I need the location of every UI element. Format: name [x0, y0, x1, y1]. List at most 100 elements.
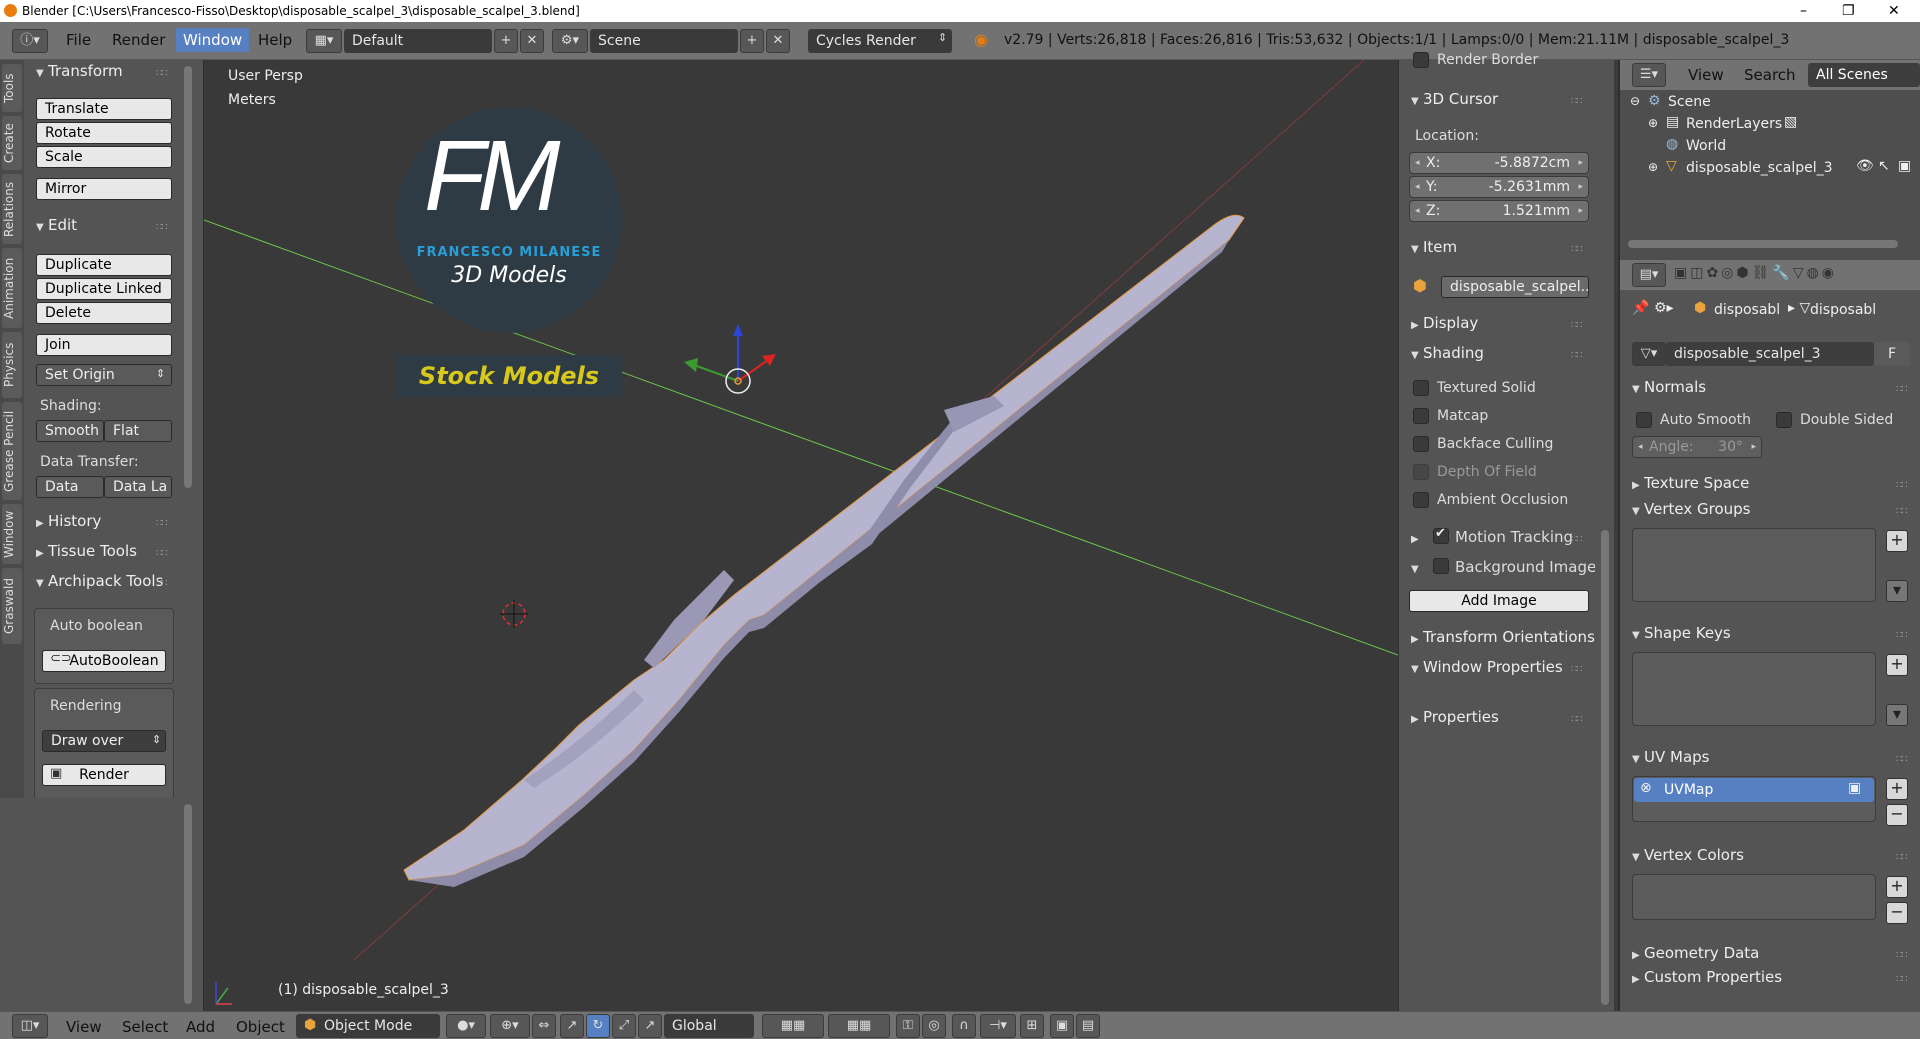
draw-over-select[interactable]: Draw over	[42, 730, 166, 752]
manipulator-toggle-icon[interactable]: ⇔	[532, 1014, 556, 1038]
properties-region-scrollbar[interactable]	[1601, 530, 1609, 1005]
depth-of-field-checkbox[interactable]	[1413, 464, 1429, 480]
expand-icon[interactable]: ⊕	[1648, 160, 1658, 174]
panel-grip-icon[interactable]: ∷∷	[1896, 852, 1908, 863]
panel-grip-icon[interactable]: ∷∷	[156, 68, 168, 79]
layers-grid-2[interactable]: ▦▦	[828, 1014, 890, 1038]
mesh-name-field[interactable]: disposable_scalpel_3	[1666, 342, 1874, 366]
opengl-animation-icon[interactable]: ▤	[1076, 1014, 1100, 1038]
snap-element-icon[interactable]: ⊣▾	[980, 1014, 1016, 1038]
remove-scene-icon[interactable]: ✕	[766, 29, 790, 53]
panel-vertex-groups-header[interactable]: ▼ Vertex Groups	[1632, 500, 1750, 518]
flat-button[interactable]: Flat	[104, 420, 172, 442]
panel-tissue-tools-header[interactable]: ▶ Tissue Tools	[36, 542, 137, 560]
info-editor-type-icon[interactable]: ⓘ▾	[12, 29, 48, 53]
properties-context-tabs[interactable]: ▣◫✿◎⬢⛓🔧▽◍◉	[1674, 265, 1837, 281]
rotate-button[interactable]: Rotate	[36, 122, 172, 144]
mirror-button[interactable]: Mirror	[36, 178, 172, 200]
panel-grip-icon[interactable]: ∷∷	[1571, 714, 1583, 725]
translate-button[interactable]: Translate	[36, 98, 172, 120]
item-name-field[interactable]: disposable_scalpel...	[1441, 276, 1589, 298]
visibility-eye-icon[interactable]: 👁	[1856, 158, 1874, 174]
outliner-world[interactable]: World	[1686, 138, 1726, 154]
add-scene-icon[interactable]: +	[740, 29, 764, 53]
remove-uv-map-button[interactable]: −	[1886, 804, 1908, 826]
panel-grip-icon[interactable]: ∷∷	[1896, 754, 1908, 765]
orientation-icon[interactable]: ↗	[638, 1014, 662, 1038]
menu-render[interactable]: Render	[112, 31, 165, 49]
panel-grip-icon[interactable]: ∷∷	[1571, 244, 1583, 255]
mode-select[interactable]: Object Mode	[296, 1014, 440, 1038]
menu-add[interactable]: Add	[186, 1018, 215, 1036]
select-cursor-icon[interactable]: ↖	[1878, 158, 1890, 174]
tab-window[interactable]: Window	[2, 504, 22, 564]
data-button[interactable]: Data	[36, 476, 104, 498]
expand-icon[interactable]: ⊕	[1648, 116, 1658, 130]
cursor-x-field[interactable]: ◂ X: -5.8872cm ▸	[1409, 152, 1589, 174]
add-vertex-group-button[interactable]: +	[1886, 530, 1908, 552]
cursor-z-field[interactable]: ◂ Z: 1.521mm ▸	[1409, 200, 1589, 222]
motion-tracking-checkbox[interactable]	[1433, 526, 1449, 544]
lock-layers-icon[interactable]: ⚿	[896, 1014, 920, 1038]
panel-grip-icon[interactable]: ∷∷	[156, 578, 168, 589]
add-layout-icon[interactable]: +	[494, 29, 518, 53]
panel-grip-icon[interactable]: ∷∷	[1571, 534, 1583, 545]
vertex-groups-list[interactable]	[1632, 528, 1876, 602]
layout-field[interactable]: Default	[344, 29, 492, 53]
opengl-render-icon[interactable]: ▣	[1050, 1014, 1074, 1038]
transform-orientation-select[interactable]: Global	[664, 1014, 754, 1038]
menu-select[interactable]: Select	[122, 1018, 168, 1036]
panel-window-properties-header[interactable]: ▼ Window Properties	[1411, 658, 1563, 676]
delete-button[interactable]: Delete	[36, 302, 172, 324]
panel-grip-icon[interactable]: ∷∷	[1571, 664, 1583, 675]
toolshelf-scrollbar[interactable]	[184, 66, 192, 488]
panel-background-images-header[interactable]: ▼	[1411, 558, 1423, 576]
scene-selector-icon[interactable]: ⚙▾	[552, 29, 588, 53]
tab-tools[interactable]: Tools	[2, 64, 22, 112]
outliner-object[interactable]: disposable_scalpel_3	[1686, 160, 1833, 176]
viewport-editor-type-icon[interactable]: ◫▾	[12, 1014, 48, 1038]
collapse-icon[interactable]: ⊖	[1630, 94, 1640, 108]
panel-grip-icon[interactable]: ∷∷	[1896, 384, 1908, 395]
outliner-scrollbar[interactable]	[1628, 240, 1898, 248]
render-engine-select[interactable]: Cycles Render	[808, 29, 952, 53]
outliner-editor-type-icon[interactable]: ☰▾	[1632, 63, 1666, 87]
scene-field[interactable]: Scene	[590, 29, 738, 53]
tab-grease-pencil[interactable]: Grease Pencil	[2, 402, 22, 500]
display-mode-select[interactable]: All Scenes	[1808, 63, 1920, 87]
add-image-button[interactable]: Add Image	[1409, 590, 1589, 612]
render-border-checkbox[interactable]	[1413, 52, 1429, 68]
snap-toggle-icon[interactable]: ∩	[952, 1014, 976, 1038]
panel-archipack-header[interactable]: ▼ Archipack Tools	[36, 572, 166, 590]
panel-transform-header[interactable]: ▼ Transform	[36, 62, 123, 80]
double-sided-checkbox[interactable]	[1776, 412, 1792, 428]
menu-file[interactable]: File	[66, 31, 91, 49]
panel-normals-header[interactable]: ▼ Normals	[1632, 378, 1706, 396]
set-origin-select[interactable]: Set Origin	[36, 364, 172, 386]
tab-graswald[interactable]: Graswald	[2, 568, 22, 644]
panel-display-header[interactable]: ▶ Display	[1411, 314, 1478, 332]
uv-render-icon[interactable]: ▣	[1848, 780, 1861, 796]
panel-uv-maps-header[interactable]: ▼ UV Maps	[1632, 748, 1709, 766]
screen-layout-icon[interactable]: ▦▾	[306, 29, 342, 53]
mesh-browse-icon[interactable]: ▽▾	[1632, 342, 1666, 366]
duplicate-button[interactable]: Duplicate	[36, 254, 172, 276]
panel-grip-icon[interactable]: ∷∷	[1571, 320, 1583, 331]
panel-grip-icon[interactable]: ∷∷	[156, 518, 168, 529]
add-shape-key-button[interactable]: +	[1886, 654, 1908, 676]
ambient-occlusion-checkbox[interactable]	[1413, 492, 1429, 508]
background-images-checkbox[interactable]	[1433, 558, 1449, 574]
shape-keys-list[interactable]	[1632, 652, 1876, 726]
render-camera-icon[interactable]: ▣	[1898, 158, 1911, 174]
panel-grip-icon[interactable]: ∷∷	[1896, 506, 1908, 517]
outliner-scene[interactable]: Scene	[1668, 94, 1711, 110]
close-button[interactable]: ✕	[1888, 0, 1900, 22]
panel-3d-cursor-header[interactable]: ▼ 3D Cursor	[1411, 90, 1498, 108]
panel-grip-icon[interactable]: ∷∷	[1896, 950, 1908, 961]
properties-editor-type-icon[interactable]: ▤▾	[1632, 263, 1666, 287]
minimize-button[interactable]: –	[1800, 0, 1807, 22]
panel-shape-keys-header[interactable]: ▼ Shape Keys	[1632, 624, 1731, 642]
tab-physics[interactable]: Physics	[2, 332, 22, 398]
3d-viewport[interactable]: User Persp Meters FM FRANCESCO MILANESE …	[204, 60, 1398, 1011]
panel-vertex-colors-header[interactable]: ▼ Vertex Colors	[1632, 846, 1744, 864]
